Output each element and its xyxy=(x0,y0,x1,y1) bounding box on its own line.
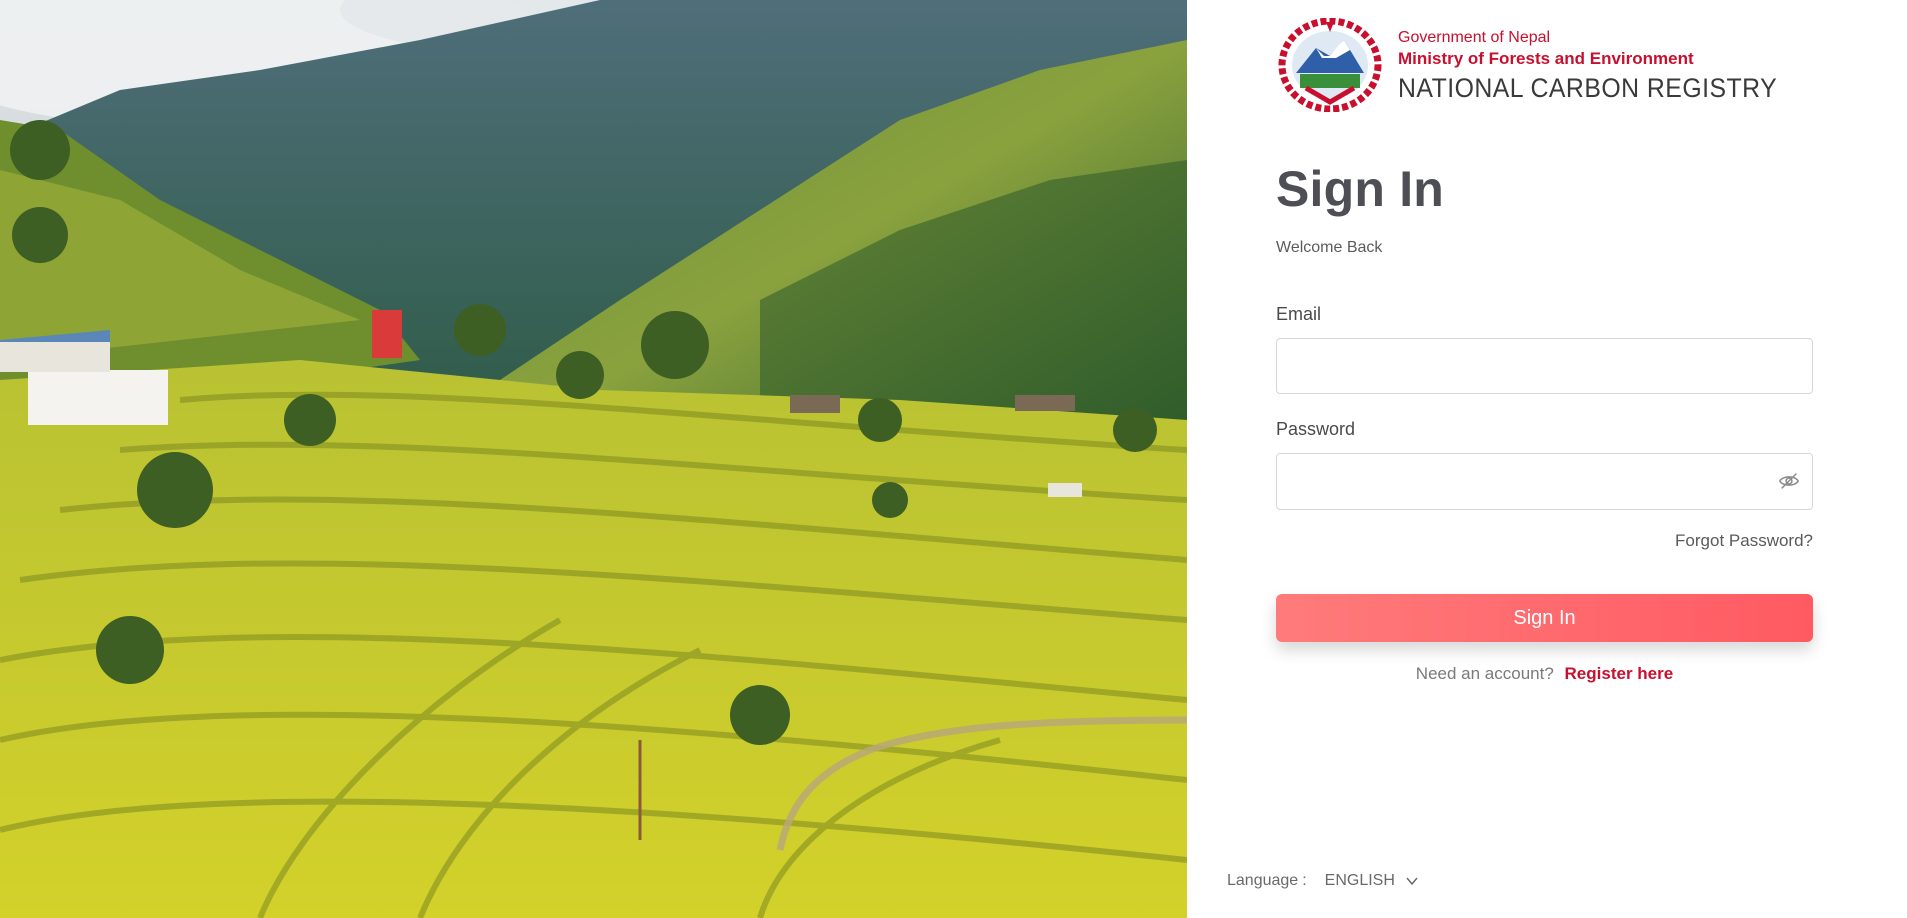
language-label: Language xyxy=(1227,872,1299,889)
chevron-down-icon xyxy=(1406,877,1418,886)
register-link[interactable]: Register here xyxy=(1565,664,1674,683)
email-input[interactable] xyxy=(1276,338,1813,394)
brand-header: Government of Nepal Ministry of Forests … xyxy=(1276,18,1810,112)
language-separator: : xyxy=(1302,872,1307,889)
forgot-password-link[interactable]: Forgot Password? xyxy=(1675,531,1813,551)
registry-title: NATIONAL CARBON REGISTRY xyxy=(1398,73,1778,103)
register-prompt: Need an account? Register here xyxy=(1276,664,1813,684)
password-input[interactable] xyxy=(1276,453,1813,510)
password-label: Password xyxy=(1276,419,1356,439)
language-value: ENGLISH xyxy=(1324,872,1395,889)
need-account-text: Need an account? xyxy=(1415,664,1554,683)
language-dropdown[interactable]: ENGLISH xyxy=(1325,872,1419,890)
sign-in-button[interactable]: Sign In xyxy=(1276,594,1813,642)
language-selector: Language : ENGLISH xyxy=(1227,872,1419,890)
government-name: Government of Nepal xyxy=(1398,29,1551,46)
page-title: Sign In xyxy=(1276,161,1445,217)
nepal-emblem-icon xyxy=(1278,18,1382,112)
login-panel: Government of Nepal Ministry of Forests … xyxy=(1187,0,1907,918)
ministry-name: Ministry of Forests and Environment xyxy=(1398,49,1694,68)
hero-landscape-image xyxy=(0,0,1187,918)
page-subtitle: Welcome Back xyxy=(1276,239,1383,256)
email-label: Email xyxy=(1276,304,1322,324)
eye-slash-icon[interactable] xyxy=(1778,470,1800,492)
